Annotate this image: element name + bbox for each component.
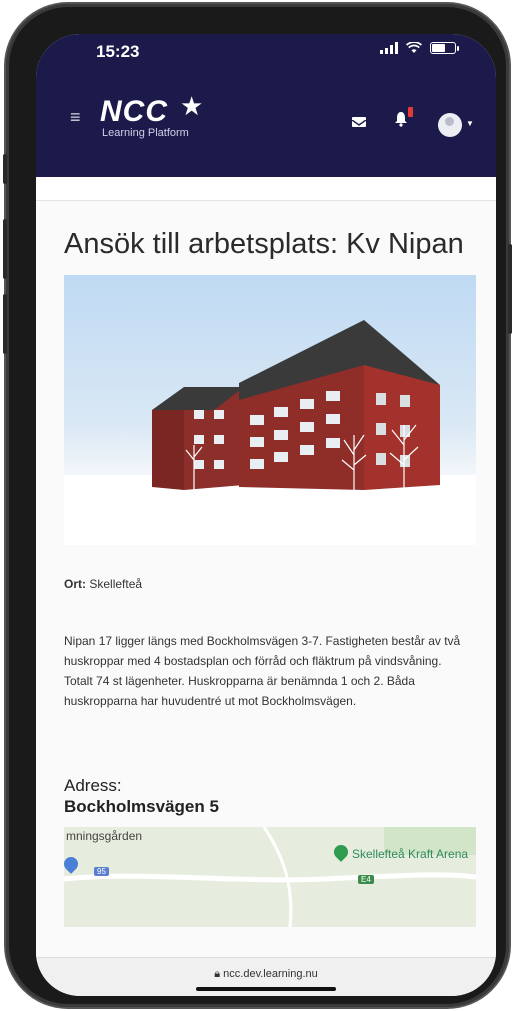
power-button: [508, 244, 512, 334]
mail-icon[interactable]: [351, 117, 367, 127]
description: Nipan 17 ligger längs med Bockholmsvägen…: [64, 634, 461, 708]
page-title: Ansök till arbetsplats: Kv Nipan: [64, 228, 464, 260]
battery-level: [432, 44, 446, 52]
url-text[interactable]: ncc.dev.learning.nu: [223, 968, 318, 980]
volume-up-button: [3, 219, 7, 279]
ncc-logo[interactable]: NCC ★ Learning Platform: [100, 91, 203, 139]
mute-switch: [3, 154, 7, 184]
map-area-label: mningsgården: [66, 829, 143, 843]
road-e4-badge: E4: [358, 875, 374, 884]
signal-icon: [380, 42, 398, 54]
phone-frame: 15:23 ≡ NCC ★ Learning Platform ▼ Ansök …: [3, 4, 512, 1007]
status-time: 15:23: [96, 42, 140, 61]
logo-text: NCC: [100, 95, 168, 128]
status-icons: [380, 42, 459, 54]
location-row: Ort: Skellefteå: [64, 577, 496, 591]
address-label: Adress:: [64, 776, 122, 795]
app-header: ≡ NCC ★ Learning Platform ▼: [36, 89, 496, 177]
hamburger-icon[interactable]: ≡: [70, 107, 81, 128]
lock-icon: 🔒︎: [214, 968, 221, 980]
bell-icon[interactable]: [394, 111, 408, 131]
location-value: Skellefteå: [89, 577, 143, 591]
map-place-label[interactable]: Skellefteå Kraft Arena: [352, 847, 468, 861]
content-top-divider: [36, 177, 496, 201]
logo-subtitle: Learning Platform: [102, 127, 189, 139]
phone-screen: 15:23 ≡ NCC ★ Learning Platform ▼ Ansök …: [36, 34, 496, 996]
star-icon: ★: [180, 91, 204, 121]
avatar[interactable]: [438, 113, 462, 137]
building-image: [64, 275, 476, 545]
location-map[interactable]: mningsgården 95 Skellefteå Kraft Arena E…: [64, 827, 476, 927]
main-content: Ansök till arbetsplats: Kv Nipan Ort: Sk…: [36, 177, 496, 957]
home-indicator[interactable]: [196, 987, 336, 991]
battery-icon: [430, 42, 459, 54]
road-95-badge: 95: [94, 867, 109, 876]
volume-down-button: [3, 294, 7, 354]
status-bar: 15:23: [36, 34, 496, 89]
wifi-icon: [406, 42, 422, 53]
address-value: Bockholmsvägen 5: [64, 797, 219, 816]
notification-badge: [408, 107, 413, 117]
location-label: Ort:: [64, 577, 86, 591]
chevron-down-icon[interactable]: ▼: [466, 119, 474, 128]
